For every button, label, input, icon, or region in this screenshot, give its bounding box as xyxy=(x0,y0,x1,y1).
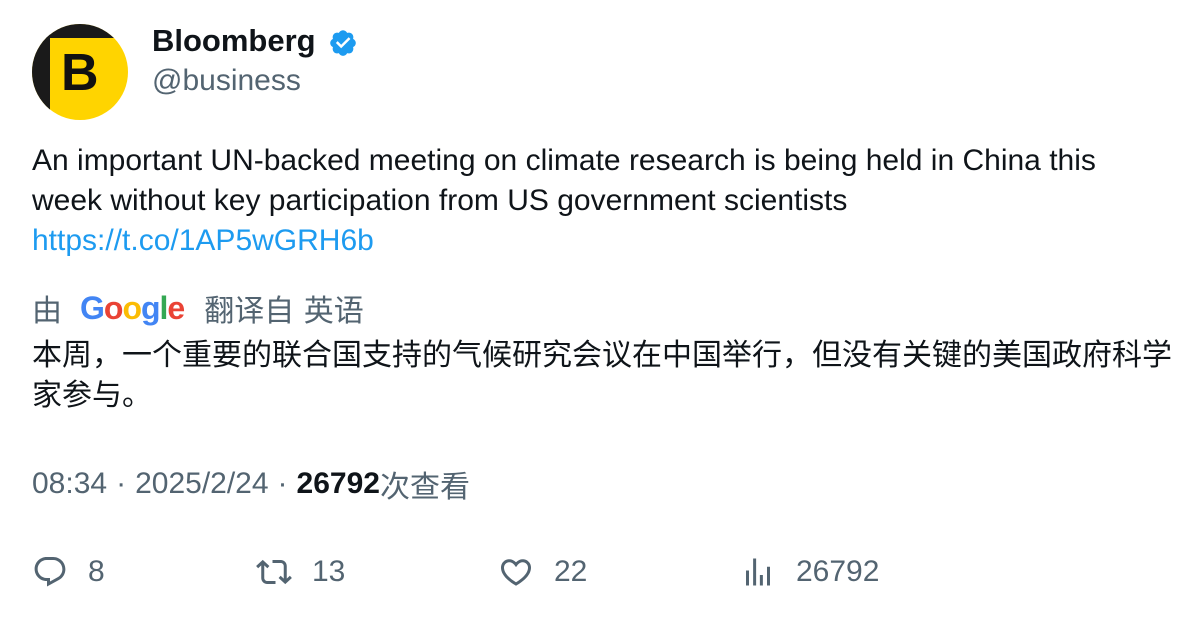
translation-attribution: 由 Google 翻译自 英语 xyxy=(32,288,364,330)
retweet-button[interactable]: 13 xyxy=(256,552,345,592)
views-button[interactable]: 26792 xyxy=(740,552,879,592)
google-letter: g xyxy=(140,289,161,326)
views-label: 次查看 xyxy=(379,470,470,505)
google-letter: G xyxy=(80,289,105,326)
meta-separator: · xyxy=(277,467,288,500)
translated-by-label: 由 xyxy=(32,294,62,329)
avatar-shade xyxy=(32,24,50,120)
translated-from-label: 翻译自 英语 xyxy=(204,294,364,329)
tweet-link[interactable]: https://t.co/1AP5wGRH6b xyxy=(32,224,374,257)
tweet-time[interactable]: 08:34 xyxy=(32,467,107,501)
views-action-count: 26792 xyxy=(796,555,880,588)
reply-icon xyxy=(34,557,66,587)
verified-badge-icon xyxy=(330,30,356,56)
google-logo: Google xyxy=(80,289,185,327)
like-button[interactable]: 22 xyxy=(498,552,587,592)
google-letter: o xyxy=(122,289,142,326)
tweet-metadata: 08:34 · 2025/2/24 · 26792 次查看 xyxy=(32,464,470,505)
avatar-letter: B xyxy=(61,44,99,102)
tweet-date[interactable]: 2025/2/24 xyxy=(135,467,268,501)
retweet-count: 13 xyxy=(312,555,346,588)
avatar[interactable]: B xyxy=(32,24,128,120)
reply-count: 8 xyxy=(88,555,105,588)
tweet-text: An important UN-backed meeting on climat… xyxy=(32,141,1162,261)
translated-text: 本周，一个重要的联合国支持的气候研究会议在中国举行，但没有关键的美国政府科学家参… xyxy=(32,338,1172,413)
like-count: 22 xyxy=(554,555,588,588)
avatar-shade-top xyxy=(32,24,128,38)
reply-button[interactable]: 8 xyxy=(32,552,105,592)
analytics-icon xyxy=(746,558,770,586)
google-letter: o xyxy=(103,289,124,326)
display-name[interactable]: Bloomberg xyxy=(152,22,316,60)
heart-icon xyxy=(500,559,532,586)
views-count: 26792 xyxy=(296,467,380,500)
retweet-icon xyxy=(256,559,292,585)
user-handle[interactable]: @business xyxy=(152,63,301,99)
meta-separator: · xyxy=(116,467,127,500)
google-letter: e xyxy=(167,289,185,326)
tweet-body: An important UN-backed meeting on climat… xyxy=(32,144,1096,217)
